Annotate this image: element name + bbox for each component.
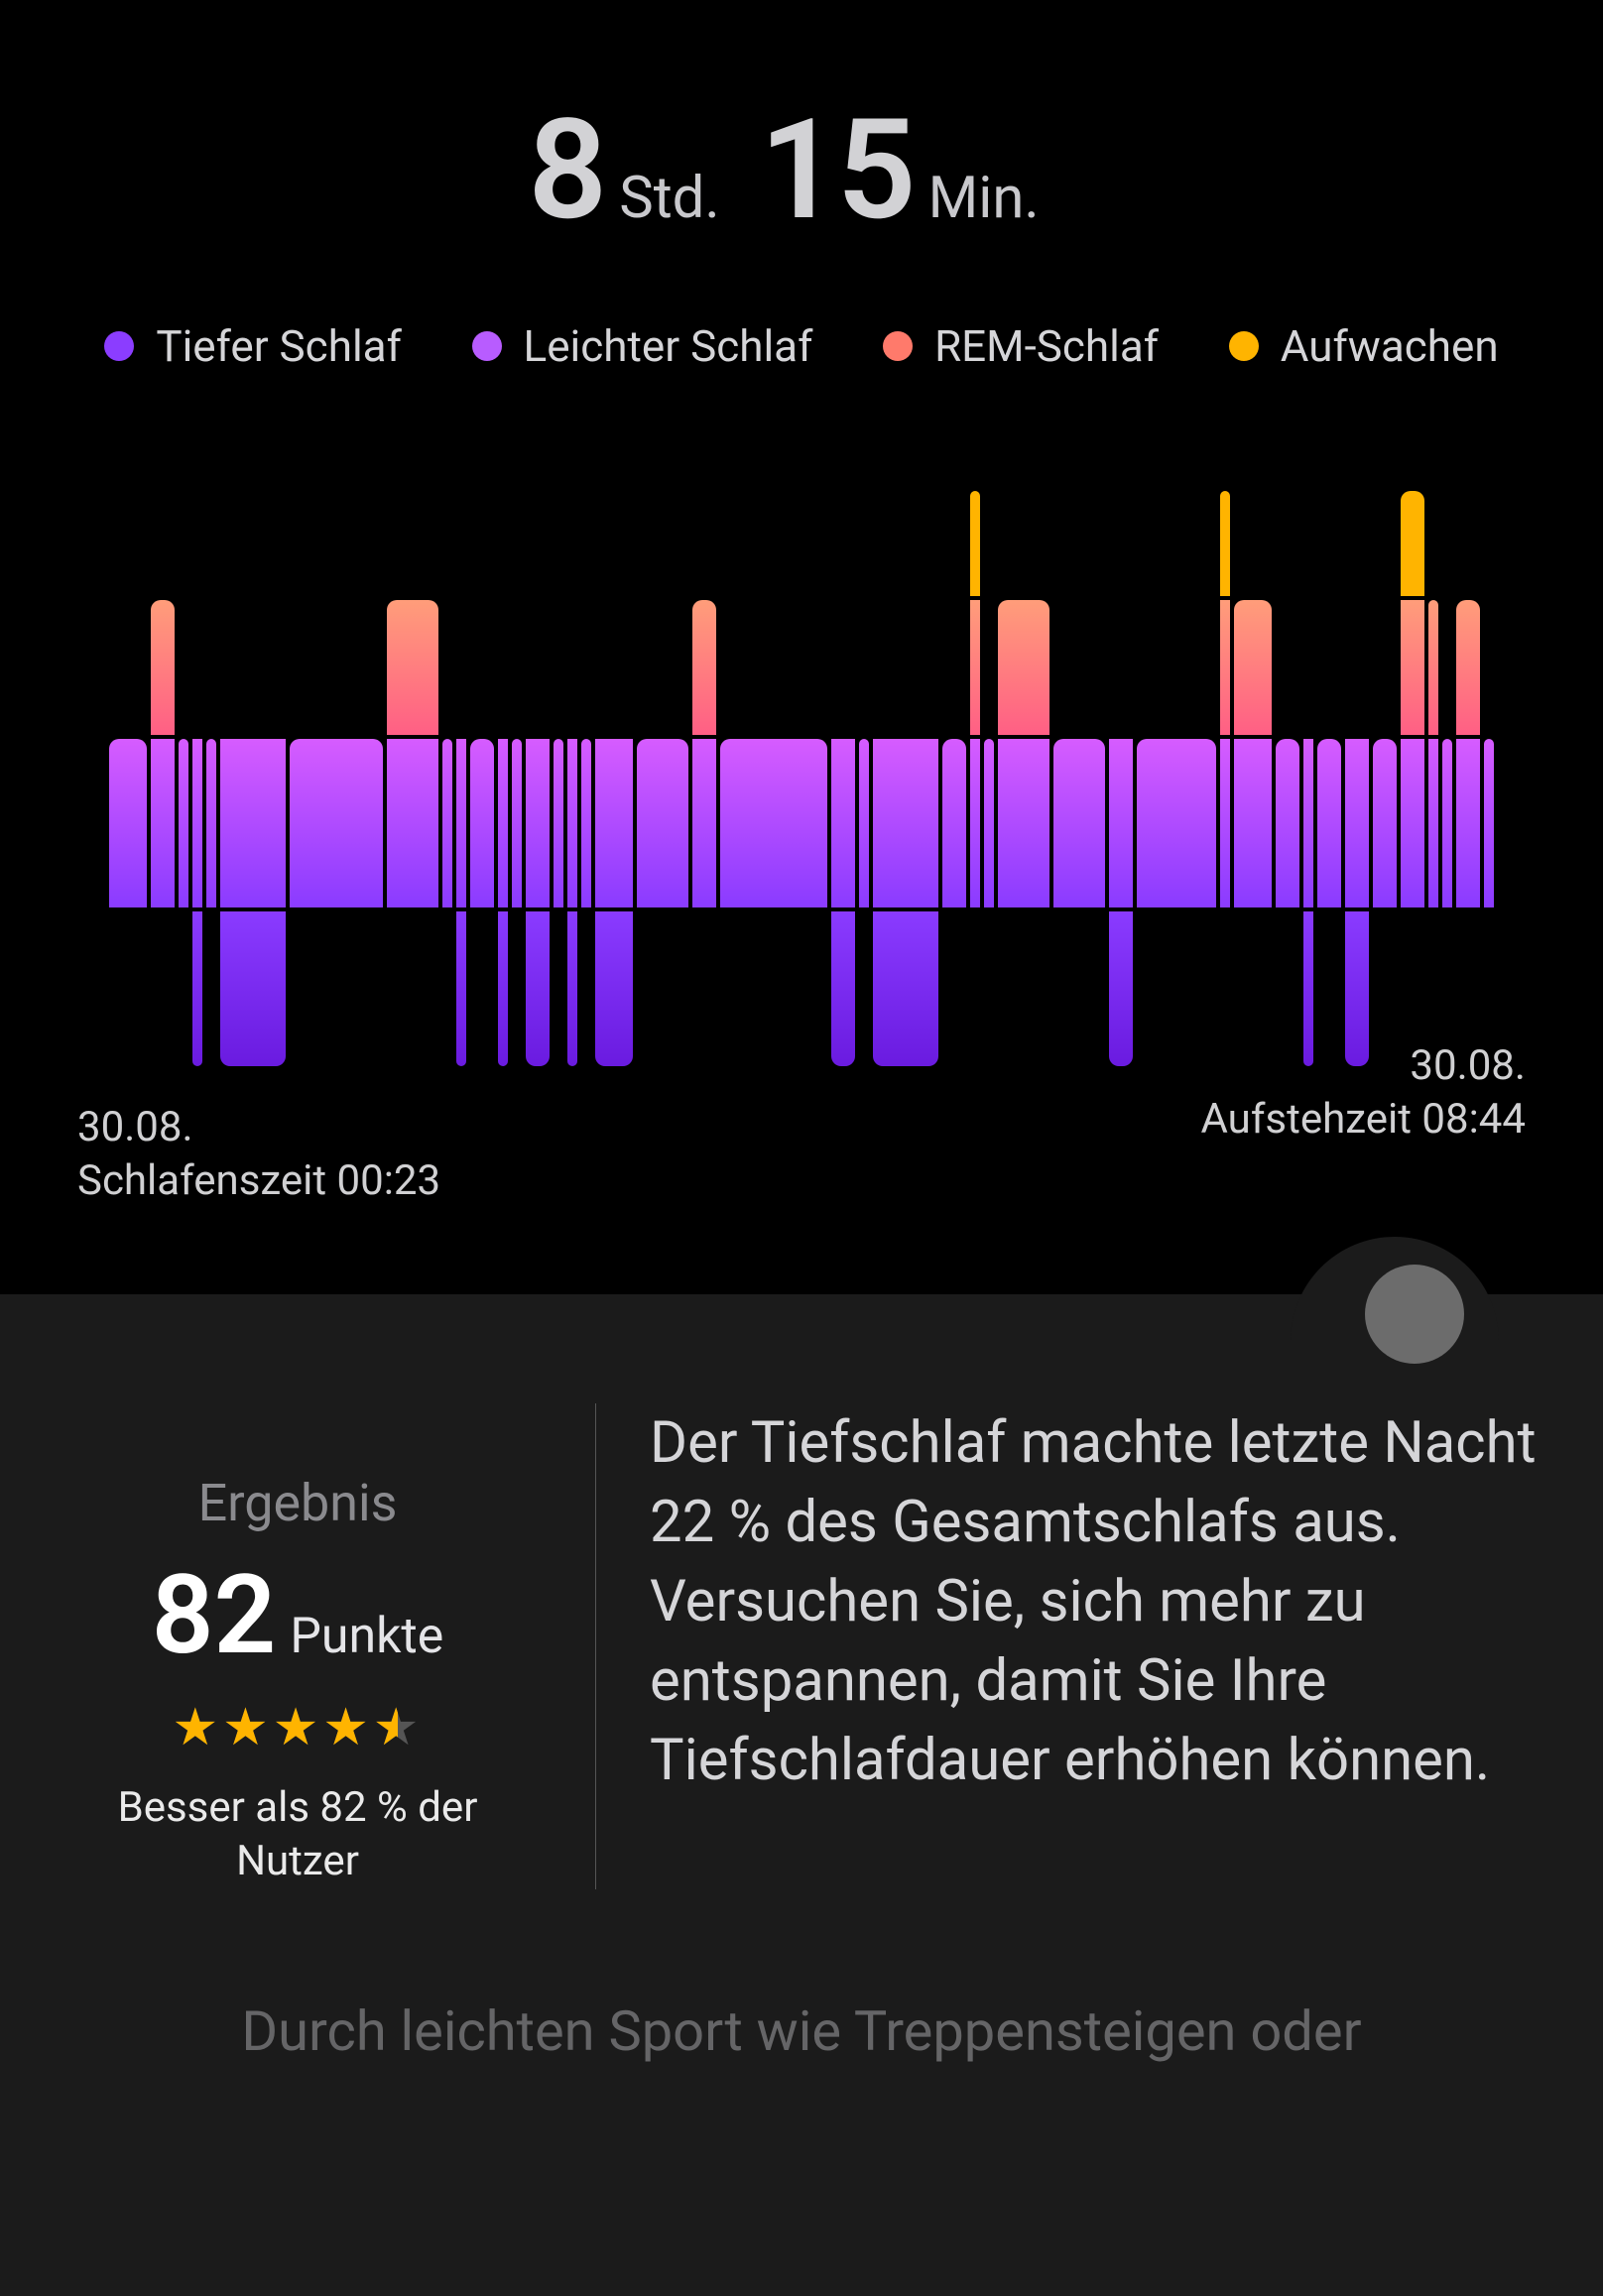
x-axis-end: 30.08. Aufstehzeit 08:44: [1201, 1039, 1527, 1148]
score-better-than: Besser als 82 % der Nutzer: [60, 1781, 536, 1889]
insight-text: Der Tiefschlaf machte letzte Nacht 22 % …: [616, 1403, 1543, 1889]
legend-dot-wake-icon: [1229, 331, 1259, 361]
legend-deep-label: Tiefer Schlaf: [156, 321, 402, 372]
x-axis-start: 30.08. Schlafenszeit 00:23: [77, 1101, 440, 1209]
score-unit: Punkte: [290, 1608, 443, 1665]
legend-light: Leichter Schlaf: [472, 321, 813, 372]
duration-minutes-unit: Min.: [928, 165, 1040, 232]
stars-fg-icon: ★★★★★: [172, 1697, 398, 1757]
duration-hours-unit: Std.: [619, 165, 719, 232]
legend-dot-deep-icon: [104, 331, 134, 361]
legend-light-label: Leichter Schlaf: [524, 321, 813, 372]
drag-handle[interactable]: [1365, 1265, 1464, 1364]
duration-hours: 8: [528, 89, 605, 252]
score-label: Ergebnis: [60, 1473, 536, 1533]
sleep-chart[interactable]: 30.08. Schlafenszeit 00:23 30.08. Aufste…: [107, 481, 1496, 1076]
legend: Tiefer Schlaf Leichter Schlaf REM-Schlaf…: [0, 252, 1603, 412]
legend-wake-label: Aufwachen: [1281, 321, 1499, 372]
result-panel: Ergebnis 82 Punkte ★★★★★ ★★★★★ Besser al…: [0, 1294, 1603, 2296]
duration-minutes: 15: [760, 89, 915, 252]
next-tip-teaser: Durch leichten Sport wie Treppensteigen …: [60, 1998, 1543, 2064]
x-end-date: 30.08.: [1201, 1039, 1527, 1094]
x-start-time: Schlafenszeit 00:23: [77, 1154, 440, 1209]
legend-dot-rem-icon: [883, 331, 913, 361]
sleep-duration: 8 Std. 15 Min.: [0, 0, 1603, 252]
score-value: 82: [152, 1551, 277, 1679]
legend-dot-light-icon: [472, 331, 502, 361]
legend-rem: REM-Schlaf: [883, 321, 1159, 372]
legend-deep: Tiefer Schlaf: [104, 321, 402, 372]
x-start-date: 30.08.: [77, 1101, 440, 1155]
legend-rem-label: REM-Schlaf: [934, 321, 1159, 372]
panel-divider: [595, 1403, 596, 1889]
score-stars: ★★★★★ ★★★★★: [172, 1697, 423, 1757]
legend-wake: Aufwachen: [1229, 321, 1499, 372]
score-block: Ergebnis 82 Punkte ★★★★★ ★★★★★ Besser al…: [60, 1403, 575, 1889]
x-end-time: Aufstehzeit 08:44: [1201, 1093, 1527, 1148]
sleep-chart-svg: [107, 481, 1496, 1076]
